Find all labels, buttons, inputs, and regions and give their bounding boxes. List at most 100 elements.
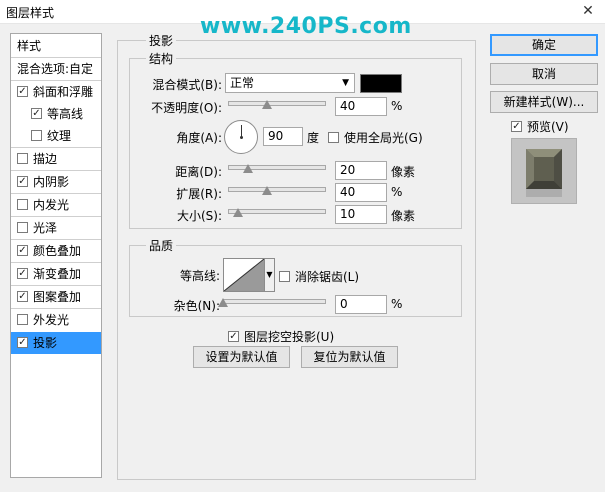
antialias-label: 消除锯齿(L)	[295, 270, 360, 284]
spread-slider-handle[interactable]	[262, 186, 273, 195]
section-title: 投影	[146, 32, 177, 49]
dropdown-arrow-icon: ▼	[342, 78, 349, 88]
sidebar-item-gradient-overlay[interactable]: ✓ 渐变叠加	[11, 263, 101, 285]
contour-dropdown-icon[interactable]: ▼	[265, 258, 275, 292]
global-light-checkbox[interactable]: 使用全局光(G)	[328, 129, 423, 146]
sidebar-item-label: 纹理	[47, 129, 72, 143]
checkbox-icon[interactable]	[328, 132, 339, 143]
preview-label: 预览(V)	[527, 120, 569, 134]
opacity-slider[interactable]	[228, 101, 326, 106]
sidebar-item-blending-options[interactable]: 混合选项:自定	[11, 58, 101, 80]
sidebar-item-label: 投影	[33, 336, 58, 350]
sidebar-item-inner-glow[interactable]: 内发光	[11, 194, 101, 216]
checkbox-icon[interactable]	[31, 130, 42, 141]
sidebar-item-label: 内阴影	[33, 175, 70, 189]
sidebar-item-drop-shadow[interactable]: ✓ 投影	[11, 332, 101, 354]
style-preview-thumbnail	[511, 138, 577, 204]
angle-input[interactable]: 90	[263, 127, 303, 146]
opacity-unit: %	[391, 99, 403, 113]
opacity-slider-handle[interactable]	[262, 100, 273, 109]
sidebar-item-styles[interactable]: 样式	[11, 35, 101, 57]
noise-input[interactable]: 0	[335, 295, 387, 314]
shadow-color-swatch[interactable]	[360, 74, 402, 93]
angle-center	[240, 136, 243, 139]
antialias-checkbox[interactable]: 消除锯齿(L)	[279, 268, 359, 285]
spread-slider[interactable]	[228, 187, 326, 192]
sidebar-item-label: 描边	[33, 152, 58, 166]
preview-checkbox[interactable]: ✓ 预览(V)	[511, 118, 569, 135]
style-list: 样式 混合选项:自定 ✓ 斜面和浮雕 ✓ 等高线 纹理 描边 ✓ 内阴影 内发光 光泽…	[10, 33, 102, 478]
sidebar-item-label: 图案叠加	[33, 290, 82, 304]
checkbox-icon[interactable]: ✓	[17, 245, 28, 256]
sidebar-item-label: 光泽	[33, 221, 58, 235]
distance-slider-handle[interactable]	[242, 164, 253, 173]
checkbox-icon[interactable]	[17, 314, 28, 325]
close-button[interactable]: ✕	[577, 2, 599, 20]
checkbox-icon[interactable]	[17, 199, 28, 210]
reset-default-button[interactable]: 复位为默认值	[301, 346, 398, 368]
contour-picker[interactable]	[223, 258, 265, 292]
window-title: 图层样式	[6, 6, 55, 20]
size-slider-handle[interactable]	[232, 208, 243, 217]
blend-mode-select[interactable]: 正常 ▼	[225, 73, 355, 93]
sidebar-item-texture[interactable]: 纹理	[11, 125, 101, 147]
noise-unit: %	[391, 297, 403, 311]
checkbox-icon[interactable]: ✓	[511, 121, 522, 132]
knockout-label: 图层挖空投影(U)	[244, 330, 335, 344]
new-style-button[interactable]: 新建样式(W)...	[490, 91, 598, 113]
sidebar-item-outer-glow[interactable]: 外发光	[11, 309, 101, 331]
preview-swatch-image	[512, 139, 576, 203]
sidebar-item-label: 颜色叠加	[33, 244, 82, 258]
blend-mode-label: 混合模式(B):	[152, 78, 222, 92]
sidebar-item-label: 混合选项:自定	[17, 62, 94, 76]
spread-label: 扩展(R):	[176, 187, 222, 201]
ok-button[interactable]: 确定	[490, 34, 598, 56]
distance-input[interactable]: 20	[335, 161, 387, 180]
size-input[interactable]: 10	[335, 205, 387, 224]
knockout-checkbox[interactable]: ✓ 图层挖空投影(U)	[228, 328, 334, 345]
size-unit: 像素	[391, 209, 416, 223]
checkbox-icon[interactable]: ✓	[31, 108, 42, 119]
sidebar-item-label: 样式	[17, 39, 42, 53]
angle-dial[interactable]	[224, 120, 258, 154]
sidebar-item-label: 斜面和浮雕	[33, 85, 94, 99]
opacity-input[interactable]: 40	[335, 97, 387, 116]
make-default-button[interactable]: 设置为默认值	[193, 346, 290, 368]
checkbox-icon[interactable]: ✓	[17, 86, 28, 97]
sidebar-item-satin[interactable]: 光泽	[11, 217, 101, 239]
spread-input[interactable]: 40	[335, 183, 387, 202]
sidebar-item-color-overlay[interactable]: ✓ 颜色叠加	[11, 240, 101, 262]
checkbox-icon[interactable]	[279, 271, 290, 282]
sidebar-item-contour[interactable]: ✓ 等高线	[11, 103, 101, 125]
checkbox-icon[interactable]	[17, 222, 28, 233]
checkbox-icon[interactable]: ✓	[17, 291, 28, 302]
checkbox-icon[interactable]: ✓	[17, 176, 28, 187]
contour-label: 等高线:	[179, 269, 220, 283]
global-light-label: 使用全局光(G)	[344, 131, 423, 145]
checkbox-icon[interactable]: ✓	[17, 337, 28, 348]
noise-slider-handle[interactable]	[218, 298, 228, 307]
checkbox-icon[interactable]: ✓	[228, 331, 239, 342]
contour-curve-icon	[223, 258, 265, 292]
watermark: www.240PS.com	[200, 14, 412, 39]
sidebar-item-bevel-emboss[interactable]: ✓ 斜面和浮雕	[11, 81, 101, 103]
angle-unit: 度	[307, 131, 320, 145]
sidebar-item-stroke[interactable]: 描边	[11, 148, 101, 170]
checkbox-icon[interactable]: ✓	[17, 268, 28, 279]
quality-title: 品质	[146, 237, 177, 254]
sidebar-item-label: 等高线	[47, 107, 84, 121]
checkbox-icon[interactable]	[17, 153, 28, 164]
sidebar-item-pattern-overlay[interactable]: ✓ 图案叠加	[11, 286, 101, 308]
noise-slider[interactable]	[223, 299, 326, 304]
distance-unit: 像素	[391, 165, 416, 179]
spread-unit: %	[391, 185, 403, 199]
sidebar-item-inner-shadow[interactable]: ✓ 内阴影	[11, 171, 101, 193]
opacity-label: 不透明度(O):	[151, 101, 222, 115]
size-label: 大小(S):	[176, 209, 222, 223]
sidebar-item-label: 渐变叠加	[33, 267, 82, 281]
distance-label: 距离(D):	[175, 165, 222, 179]
cancel-button[interactable]: 取消	[490, 63, 598, 85]
sidebar-item-label: 外发光	[33, 313, 70, 327]
structure-title: 结构	[146, 50, 177, 67]
angle-label: 角度(A):	[176, 131, 222, 145]
